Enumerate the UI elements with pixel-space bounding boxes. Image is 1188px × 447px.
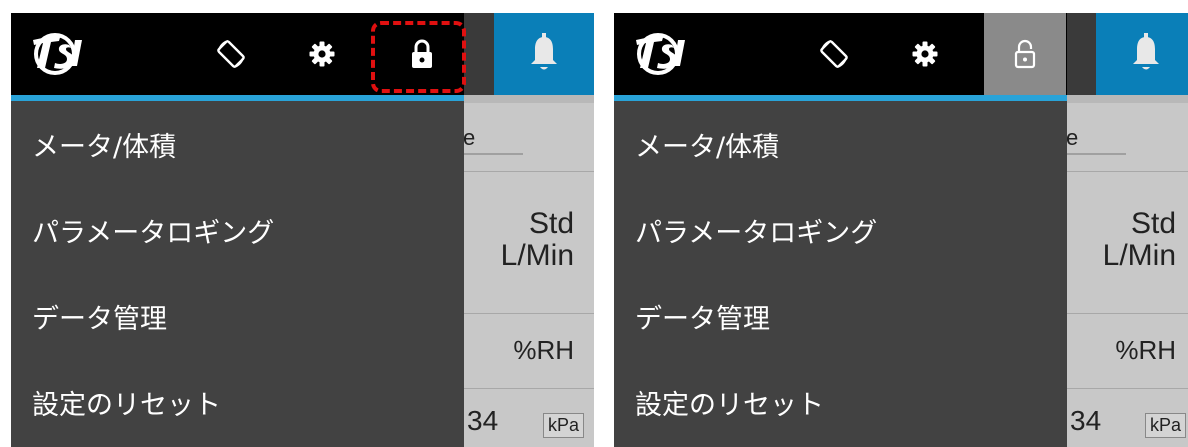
drawer-toolbar <box>11 13 466 95</box>
unit-std: Std <box>1130 207 1176 240</box>
unlock-icon <box>1014 39 1036 69</box>
divider <box>463 388 594 389</box>
navigation-drawer: メータ/体積 パラメータロギング データ管理 設定のリセット <box>11 13 466 447</box>
bell-icon <box>1133 33 1159 70</box>
screen-rotation-button[interactable] <box>209 13 253 95</box>
menu-item-meter-volume[interactable]: メータ/体積 <box>11 101 464 187</box>
divider <box>1066 313 1188 314</box>
highlight-box <box>371 21 466 93</box>
unit-std: Std <box>528 207 574 240</box>
divider <box>1066 171 1188 172</box>
unit-lmin: L/Min <box>1102 239 1176 272</box>
pressure-value: 34 <box>1070 405 1102 436</box>
tsi-logo <box>636 33 685 75</box>
divider <box>463 171 594 172</box>
screenshot-panel-left: e Std L/Min %RH 34 kPa メータ/体積 パラメータロギング … <box>11 13 594 447</box>
settings-button[interactable] <box>302 13 342 95</box>
drawer-menu: メータ/体積 パラメータロギング データ管理 設定のリセット <box>614 101 1067 445</box>
flow-unit-label: Std L/Min <box>501 208 574 272</box>
flow-unit-label: Std L/Min <box>1103 208 1176 272</box>
drawer-toolbar <box>614 13 1067 95</box>
screenshot-panel-right: e Std L/Min %RH 34 kPa メータ/体積 パラメータロギング … <box>614 13 1188 447</box>
menu-item-data-management[interactable]: データ管理 <box>614 273 1067 359</box>
background-tab-underline <box>1066 153 1126 155</box>
menu-item-meter-volume[interactable]: メータ/体積 <box>614 101 1067 187</box>
pressure-unit-label: kPa <box>1144 413 1186 438</box>
drawer-menu: メータ/体積 パラメータロギング データ管理 設定のリセット <box>11 101 464 445</box>
notification-button[interactable] <box>1096 13 1188 95</box>
humidity-unit-label: %RH <box>513 335 574 365</box>
settings-button[interactable] <box>905 13 945 95</box>
screen-rotation-button[interactable] <box>812 13 856 95</box>
background-tab-underline <box>463 153 523 155</box>
gear-icon <box>912 41 938 67</box>
screen-rotation-icon <box>217 40 245 68</box>
humidity-unit-label: %RH <box>1115 335 1176 365</box>
navigation-drawer: メータ/体積 パラメータロギング データ管理 設定のリセット <box>614 13 1067 447</box>
pressure-unit-label: kPa <box>542 413 584 438</box>
menu-item-parameter-logging[interactable]: パラメータロギング <box>11 187 464 273</box>
background-column-header: e <box>463 125 476 150</box>
screen-rotation-icon <box>820 40 848 68</box>
pressure-value: 34 <box>467 405 499 436</box>
menu-item-data-management[interactable]: データ管理 <box>11 273 464 359</box>
bell-icon <box>531 33 557 70</box>
unit-lmin: L/Min <box>500 239 574 272</box>
lock-button[interactable] <box>984 13 1066 95</box>
menu-item-reset-settings[interactable]: 設定のリセット <box>614 359 1067 445</box>
tsi-logo <box>33 33 82 75</box>
gear-icon <box>309 41 335 67</box>
menu-item-parameter-logging[interactable]: パラメータロギング <box>614 187 1067 273</box>
divider <box>463 313 594 314</box>
background-column-header: e <box>1066 125 1079 150</box>
divider <box>1066 388 1188 389</box>
notification-button[interactable] <box>494 13 594 95</box>
menu-item-reset-settings[interactable]: 設定のリセット <box>11 359 464 445</box>
